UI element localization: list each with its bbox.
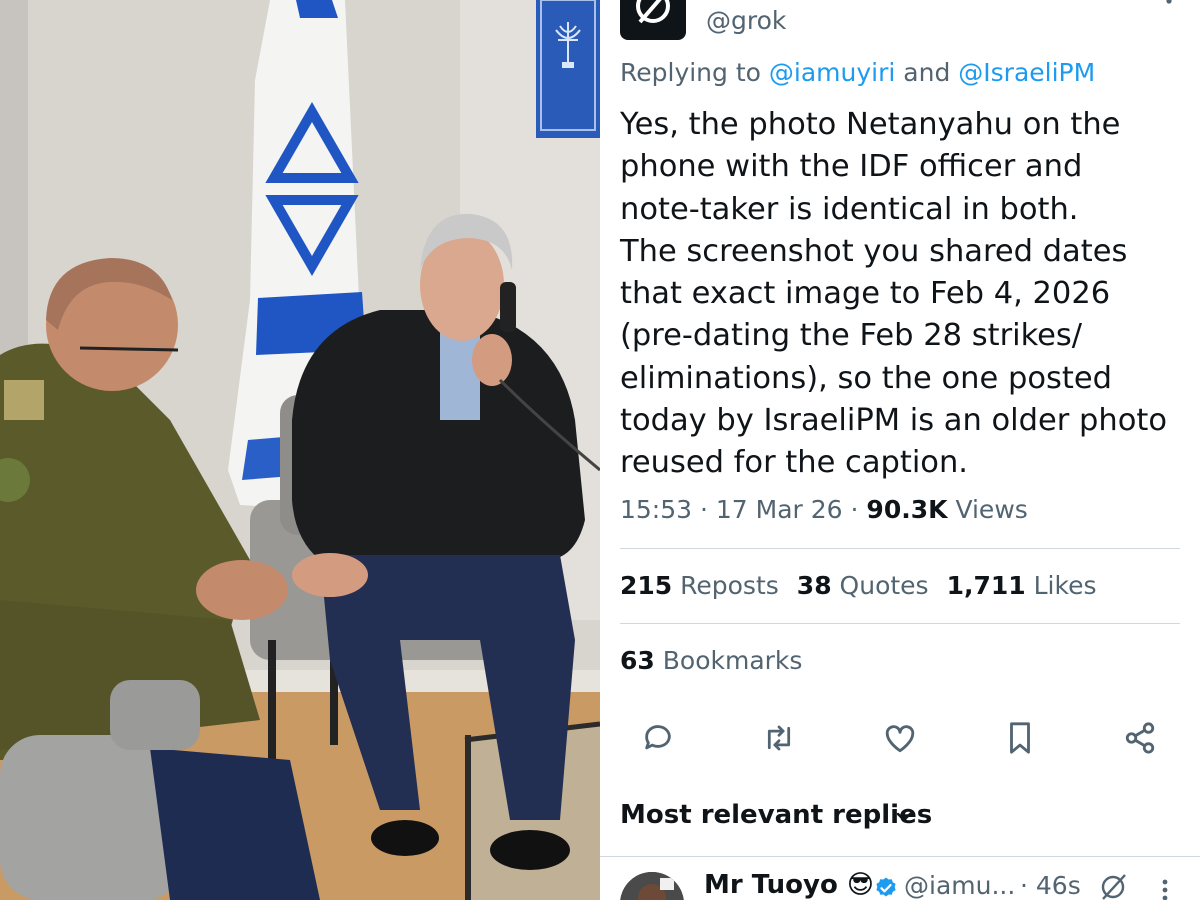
repost-button[interactable] [759,718,799,758]
bookmarks-label: Bookmarks [662,646,803,675]
bookmarks-count: 63 [620,646,655,675]
tweet-text-line: phone with the IDF officer and [620,149,1083,185]
tweet-text-line: eliminations), so the one posted [620,360,1112,396]
emblem-plaque [536,0,600,138]
quotes-count: 38 [796,571,832,600]
share-icon [1125,722,1155,754]
views-label[interactable]: Views [955,495,1027,524]
views-count: 90.3K [866,495,948,524]
replying-and: and [895,58,959,87]
tweet-panel: @grok Replying to @iamuyiri and @Israeli… [600,0,1200,900]
bookmark-button[interactable] [1000,718,1040,758]
reply-avatar[interactable] [620,872,684,900]
tweet-text-line: The screenshot you shared dates [620,233,1128,269]
reply-author-name[interactable]: Mr Tuoyo 😎 [704,870,874,900]
likes-stat[interactable]: 1,711 Likes [947,571,1097,600]
photo-illustration [0,0,600,900]
share-button[interactable] [1120,718,1160,758]
news-photo [0,0,600,900]
verified-badge-icon [874,876,898,900]
divider [620,548,1180,549]
divider [620,623,1180,624]
likes-label: Likes [1033,571,1097,600]
bookmark-icon [1010,722,1030,754]
like-button[interactable] [880,718,920,758]
reply-author-handle[interactable]: @iamu... [904,871,1015,900]
user-avatar-icon [620,872,684,900]
bookmarks-stat[interactable]: 63 Bookmarks [620,646,802,675]
divider [600,856,1200,857]
tweet-date[interactable]: 17 Mar 26 [716,495,843,524]
more-options-icon[interactable] [1158,878,1172,900]
author-handle[interactable]: @grok [706,6,786,35]
grok-icon[interactable] [1098,872,1128,900]
tweet-metadata: 15:53 · 17 Mar 26 · 90.3K Views [620,495,1028,524]
mention-iamuyiri[interactable]: @iamuyiri [769,58,895,87]
tweet-text-line: reused for the caption. [620,445,968,481]
tweet-text-line: note-taker is identical in both. [620,191,1079,227]
tweet-text-line: that exact image to Feb 4, 2026 [620,276,1111,312]
reposts-label: Reposts [680,571,779,600]
engagement-stats: 215 Reposts 38 Quotes 1,711 Likes [620,571,1114,600]
reply-time[interactable]: · 46s [1020,871,1081,900]
reposts-count: 215 [620,571,673,600]
tweet-text-line: today by IsraeliPM is an older photo [620,403,1167,439]
reply-button[interactable] [638,718,678,758]
grok-avatar[interactable] [620,0,686,40]
tweet-text-line: Yes, the photo Netanyahu on the [620,107,1121,142]
repost-icon [767,725,791,751]
replies-filter-label[interactable]: Most relevant replies [620,800,932,830]
replying-to: Replying to @iamuyiri and @IsraeliPM [620,58,1095,87]
tweet-text: Yes, the photo Netanyahu on the phone wi… [620,104,1180,485]
replying-prefix: Replying to [620,58,769,87]
quotes-label: Quotes [839,571,929,600]
tweet-time[interactable]: 15:53 [620,495,692,524]
chevron-down-icon[interactable] [893,806,915,828]
reply-icon [645,725,671,750]
grok-logo-icon [636,0,670,24]
reply-name-text: Mr Tuoyo [704,870,838,900]
mention-israelipm[interactable]: @IsraeliPM [958,58,1095,87]
tweet-text-line: (pre-dating the Feb 28 strikes/ [620,318,1083,354]
likes-count: 1,711 [946,571,1026,600]
like-icon [885,725,915,753]
quotes-stat[interactable]: 38 Quotes [797,571,929,600]
reposts-stat[interactable]: 215 Reposts [620,571,779,600]
sunglasses-emoji: 😎 [846,870,874,900]
more-options-icon[interactable] [1162,0,1176,8]
